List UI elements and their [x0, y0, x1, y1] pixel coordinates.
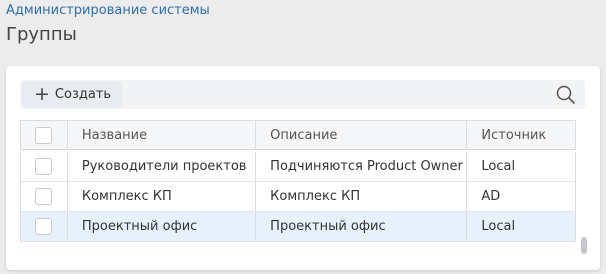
row-checkbox[interactable] [35, 188, 52, 205]
groups-table: Название Описание Источник Руководители … [20, 120, 576, 242]
plus-icon: + [34, 83, 50, 105]
column-header-name[interactable]: Название [68, 121, 257, 149]
table-body: Руководители проектов Подчиняются Produc… [20, 152, 576, 242]
table-row-selected[interactable]: Проектный офис Проектный офис Local [21, 212, 575, 242]
row-name: Комплекс КП [68, 182, 257, 211]
row-select-cell [21, 152, 68, 181]
row-description: Проектный офис [256, 212, 468, 241]
row-checkbox[interactable] [35, 218, 52, 235]
row-source: Local [481, 159, 516, 174]
row-name: Проектный офис [68, 212, 257, 241]
row-select-cell [21, 182, 68, 211]
groups-panel: + Создать Название Описание Источник Рук… [6, 66, 600, 270]
scrollbar-thumb[interactable] [581, 237, 587, 254]
create-button-label: Создать [54, 87, 112, 102]
page-title: Группы [6, 24, 77, 45]
row-select-cell [21, 212, 68, 241]
row-checkbox[interactable] [35, 158, 52, 175]
row-source: AD [481, 189, 501, 204]
table-header: Название Описание Источник [20, 120, 576, 150]
select-all-checkbox[interactable] [35, 126, 52, 144]
search-icon[interactable] [555, 84, 577, 106]
select-all-cell [21, 121, 68, 149]
create-button[interactable]: + Создать [22, 81, 122, 108]
row-description: Комплекс КП [256, 182, 468, 211]
table-row[interactable]: Комплекс КП Комплекс КП AD [21, 182, 575, 212]
vertical-scrollbar[interactable] [581, 152, 587, 256]
column-header-description[interactable]: Описание [256, 121, 468, 149]
row-description: Подчиняются Product Owner [256, 152, 468, 181]
toolbar: + Создать [20, 80, 585, 109]
row-source: Local [481, 219, 516, 234]
breadcrumb[interactable]: Администрирование системы [6, 3, 210, 18]
table-row[interactable]: Руководители проектов Подчиняются Produc… [21, 152, 575, 182]
column-header-source[interactable]: Источник [467, 121, 575, 149]
row-name: Руководители проектов [68, 152, 257, 181]
